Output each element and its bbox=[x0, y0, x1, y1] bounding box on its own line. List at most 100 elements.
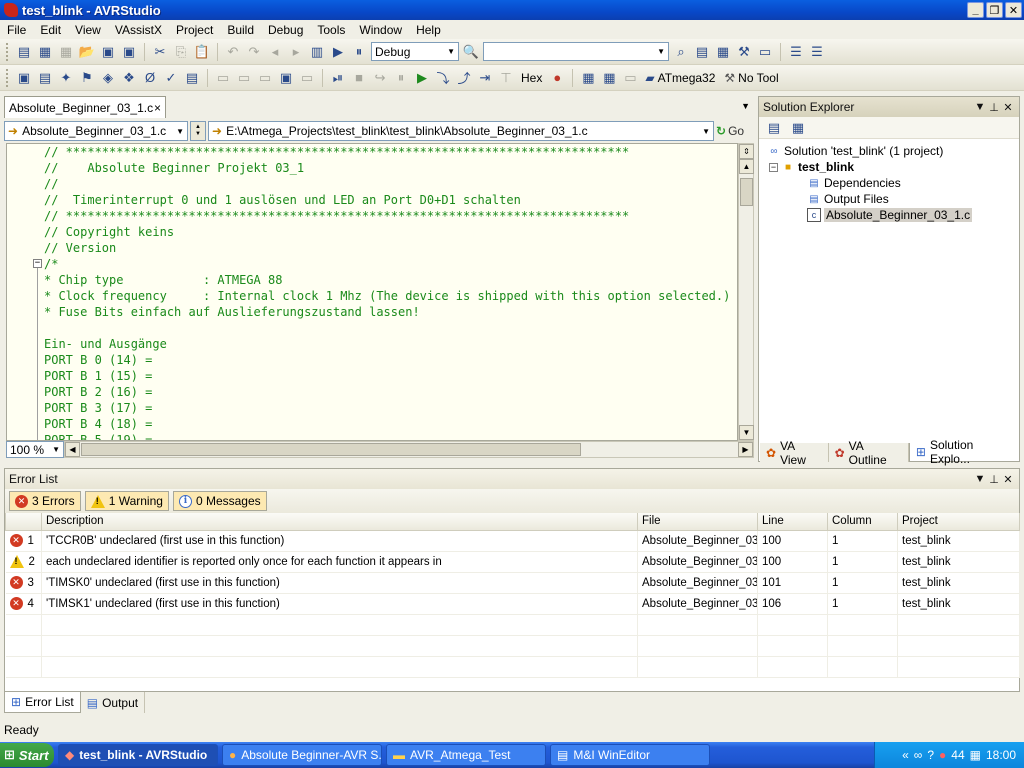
hex-toggle[interactable]: Hex bbox=[518, 71, 545, 85]
toolbar-grip[interactable] bbox=[6, 42, 9, 61]
table-row[interactable]: 2 each undeclared identifier is reported… bbox=[5, 551, 1020, 573]
collapse-icon[interactable]: − bbox=[769, 162, 778, 172]
properties-icon[interactable]: ▦ bbox=[789, 119, 807, 137]
column-header-file[interactable]: File bbox=[637, 513, 758, 531]
bookmark-next-icon[interactable]: ▣ bbox=[277, 69, 295, 87]
menu-edit[interactable]: Edit bbox=[33, 23, 68, 37]
toolbox-icon[interactable]: ⚒ bbox=[735, 43, 753, 61]
code-editor[interactable]: // *************************************… bbox=[6, 143, 738, 441]
menu-window[interactable]: Window bbox=[352, 23, 409, 37]
menu-vassistx[interactable]: VAssistX bbox=[108, 23, 169, 37]
table-row[interactable]: ✕ 4 'TIMSK1' undeclared (first use in thi… bbox=[5, 593, 1020, 615]
scroll-left-icon[interactable]: ◀ bbox=[65, 442, 80, 457]
column-header-description[interactable]: Description bbox=[41, 513, 638, 531]
go-button[interactable]: ↻ Go bbox=[716, 121, 744, 141]
rename-icon[interactable]: Ø bbox=[141, 69, 159, 87]
restore-button[interactable]: ❐ bbox=[986, 2, 1003, 18]
editor-vertical-scrollbar[interactable]: ⇕ ▲ ▼ bbox=[738, 143, 754, 441]
copy-icon[interactable]: ⎘ bbox=[172, 43, 190, 61]
minimize-button[interactable]: _ bbox=[967, 2, 984, 18]
find-symbol-icon[interactable]: ◈ bbox=[99, 69, 117, 87]
spin-down-icon[interactable]: ▼ bbox=[195, 131, 201, 138]
close-icon[interactable]: ✕ bbox=[1001, 473, 1015, 486]
bookmark-icon[interactable]: ▭ bbox=[256, 69, 274, 87]
path-combo[interactable]: ➜ E:\Atmega_Projects\test_blink\test_bli… bbox=[208, 121, 714, 141]
pane-menu-icon[interactable]: ▼ bbox=[973, 473, 987, 485]
zoom-combo[interactable]: 100 % ▼ bbox=[6, 441, 64, 458]
add-existing-icon[interactable]: ▦ bbox=[57, 43, 75, 61]
spell-check-icon[interactable]: ✓ bbox=[162, 69, 180, 87]
column-header-column[interactable]: Column bbox=[827, 513, 898, 531]
taskbar-item-folder[interactable]: ▬ AVR_Atmega_Test bbox=[386, 744, 546, 766]
nav-spinner[interactable]: ▲ ▼ bbox=[190, 121, 206, 141]
split-icon[interactable]: ⇕ bbox=[739, 144, 754, 159]
pane-menu-icon[interactable]: ▼ bbox=[973, 101, 987, 113]
show-all-files-icon[interactable]: ▤ bbox=[765, 119, 783, 137]
tab-solution-explorer[interactable]: ⊞ Solution Explo... bbox=[908, 438, 1020, 466]
breakpoint-icon[interactable]: ● bbox=[548, 69, 566, 87]
taskbar-item-wineditor[interactable]: ▤ M&I WinEditor bbox=[550, 744, 710, 766]
uncomment-icon[interactable]: ▭ bbox=[235, 69, 253, 87]
configuration-combo[interactable]: Debug ▼ bbox=[371, 42, 459, 61]
open-file-va-icon[interactable]: ⚑ bbox=[78, 69, 96, 87]
editor-tab[interactable]: Absolute_Beginner_03_1.c × bbox=[4, 96, 166, 118]
pin-icon[interactable]: ⊥ bbox=[987, 473, 1001, 486]
indent-icon[interactable]: ☰ bbox=[787, 43, 805, 61]
start-button[interactable]: ⊞ Start bbox=[0, 743, 54, 767]
scroll-thumb[interactable] bbox=[81, 443, 581, 456]
menu-tools[interactable]: Tools bbox=[310, 23, 352, 37]
step-over-icon[interactable]: ⤵ bbox=[434, 69, 452, 87]
close-icon[interactable]: × bbox=[154, 101, 161, 115]
outdent-icon[interactable]: ☰ bbox=[808, 43, 826, 61]
comment-icon[interactable]: ▭ bbox=[214, 69, 232, 87]
scroll-down-icon[interactable]: ▼ bbox=[739, 425, 754, 440]
add-item-icon[interactable]: ▦ bbox=[36, 43, 54, 61]
taskbar-item-browser[interactable]: ● Absolute Beginner-AVR S... bbox=[222, 744, 382, 766]
save-icon[interactable]: ▣ bbox=[99, 43, 117, 61]
file-combo[interactable]: ➜ Absolute_Beginner_03_1.c ▼ bbox=[4, 121, 188, 141]
menu-view[interactable]: View bbox=[68, 23, 108, 37]
redo-icon[interactable]: ↷ bbox=[245, 43, 263, 61]
stop-debug-icon[interactable]: ■ bbox=[350, 69, 368, 87]
save-all-icon[interactable]: ▣ bbox=[120, 43, 138, 61]
clean-icon[interactable]: ✦ bbox=[57, 69, 75, 87]
tab-error-list[interactable]: ⊞ Error List bbox=[4, 692, 81, 713]
tree-node-output-files[interactable]: ▤ Output Files bbox=[759, 191, 1019, 207]
object-browser-icon[interactable]: ▦ bbox=[714, 43, 732, 61]
paste-icon[interactable]: 📋 bbox=[193, 43, 211, 61]
menu-project[interactable]: Project bbox=[169, 23, 220, 37]
close-icon[interactable]: ✕ bbox=[1001, 101, 1015, 114]
reset-icon[interactable]: ⊤ bbox=[497, 69, 515, 87]
find-in-files-icon[interactable]: 🔍 bbox=[462, 43, 480, 61]
properties-icon[interactable]: ▤ bbox=[693, 43, 711, 61]
security-icon[interactable]: ● bbox=[939, 748, 946, 762]
tree-node-solution[interactable]: ∞ Solution 'test_blink' (1 project) bbox=[759, 143, 1019, 159]
menu-help[interactable]: Help bbox=[409, 23, 448, 37]
tab-va-view[interactable]: ✿ VA View bbox=[760, 439, 829, 467]
menu-build[interactable]: Build bbox=[220, 23, 261, 37]
collapse-icon[interactable]: − bbox=[33, 259, 42, 268]
menu-file[interactable]: File bbox=[0, 23, 33, 37]
new-project-icon[interactable]: ▤ bbox=[15, 43, 33, 61]
step-out-icon[interactable]: ⤴ bbox=[455, 69, 473, 87]
tree-node-dependencies[interactable]: ▤ Dependencies bbox=[759, 175, 1019, 191]
tab-va-outline[interactable]: ✿ VA Outline bbox=[829, 439, 909, 467]
scroll-thumb[interactable] bbox=[740, 178, 753, 206]
continue-icon[interactable]: ▶ bbox=[413, 69, 431, 87]
cut-icon[interactable]: ✂ bbox=[151, 43, 169, 61]
scroll-right-icon[interactable]: ▶ bbox=[738, 442, 753, 457]
find-combo[interactable]: ▼ bbox=[483, 42, 669, 61]
spin-up-icon[interactable]: ▲ bbox=[195, 124, 201, 131]
errors-filter-button[interactable]: ✕ 3 Errors bbox=[9, 491, 81, 511]
run-to-cursor-icon[interactable]: ⇥ bbox=[476, 69, 494, 87]
editor-horizontal-scrollbar[interactable]: ◀ ▶ bbox=[64, 441, 754, 458]
tab-output[interactable]: ▤ Output bbox=[81, 692, 146, 713]
tray-number[interactable]: 44 bbox=[951, 748, 964, 762]
clock[interactable]: 18:00 bbox=[986, 748, 1016, 762]
help-icon[interactable]: ? bbox=[927, 748, 934, 762]
rebuild-icon[interactable]: ▤ bbox=[36, 69, 54, 87]
build-icon[interactable]: ▣ bbox=[15, 69, 33, 87]
table-row[interactable]: ✕ 3 'TIMSK0' undeclared (first use in thi… bbox=[5, 572, 1020, 594]
column-header-index[interactable] bbox=[5, 513, 42, 531]
toolbar-grip[interactable] bbox=[6, 68, 9, 87]
